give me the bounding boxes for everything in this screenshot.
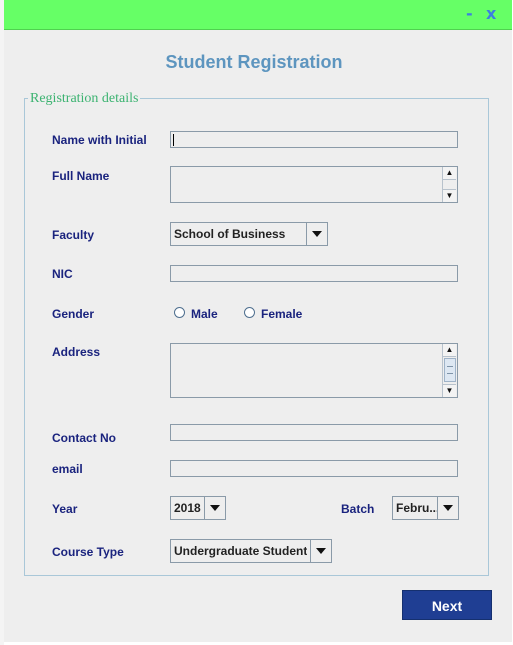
gender-label: Gender: [52, 307, 95, 321]
title-bar: - x: [4, 0, 512, 30]
scroll-thumb[interactable]: [444, 358, 456, 382]
contact-no-label: Contact No: [52, 431, 116, 445]
faculty-selected-value: School of Business: [174, 227, 286, 241]
full-name-label: Full Name: [52, 169, 110, 183]
scroll-up-icon[interactable]: ▲: [443, 344, 456, 357]
scroll-down-icon[interactable]: ▼: [443, 384, 456, 397]
nic-label: NIC: [52, 267, 73, 281]
address-textarea[interactable]: ▲ ▼: [170, 343, 458, 398]
batch-selected-value: Febru...: [396, 501, 438, 515]
name-with-initial-input[interactable]: [170, 131, 458, 148]
gender-male-label[interactable]: Male: [191, 307, 218, 321]
scroll-down-icon[interactable]: ▼: [443, 189, 456, 202]
course-type-select[interactable]: Undergraduate Student: [170, 539, 332, 563]
chevron-down-icon[interactable]: [310, 540, 331, 562]
next-button[interactable]: Next: [402, 590, 492, 620]
text-caret: [173, 134, 174, 146]
group-title: Registration details: [28, 91, 141, 107]
address-label: Address: [52, 345, 101, 359]
email-label: email: [52, 462, 83, 476]
page-title: Student Registration: [165, 52, 343, 72]
close-button[interactable]: x: [486, 6, 496, 22]
year-select[interactable]: 2018: [170, 496, 226, 520]
full-name-textarea[interactable]: ▲ ▼: [170, 166, 458, 203]
full-name-scrollbar[interactable]: ▲ ▼: [442, 167, 457, 202]
year-selected-value: 2018: [174, 501, 201, 515]
scroll-up-icon[interactable]: ▲: [443, 167, 456, 180]
gender-female-radio[interactable]: [244, 307, 255, 318]
batch-label: Batch: [341, 502, 375, 516]
course-type-label: Course Type: [52, 545, 124, 559]
faculty-label: Faculty: [52, 228, 95, 242]
contact-no-input[interactable]: [170, 424, 458, 441]
chevron-down-icon[interactable]: [437, 497, 458, 519]
address-scrollbar[interactable]: ▲ ▼: [442, 344, 457, 397]
gender-male-radio[interactable]: [174, 307, 185, 318]
course-type-selected-value: Undergraduate Student: [174, 544, 308, 558]
year-label: Year: [52, 502, 78, 516]
batch-select[interactable]: Febru...: [392, 496, 459, 520]
gender-female-label[interactable]: Female: [261, 307, 302, 321]
name-with-initial-label: Name with Initial: [52, 133, 147, 147]
minimize-button[interactable]: -: [466, 6, 473, 22]
email-input[interactable]: [170, 460, 458, 477]
chevron-down-icon[interactable]: [306, 223, 327, 245]
faculty-select[interactable]: School of Business: [170, 222, 328, 246]
chevron-down-icon[interactable]: [204, 497, 225, 519]
nic-input[interactable]: [170, 265, 458, 282]
